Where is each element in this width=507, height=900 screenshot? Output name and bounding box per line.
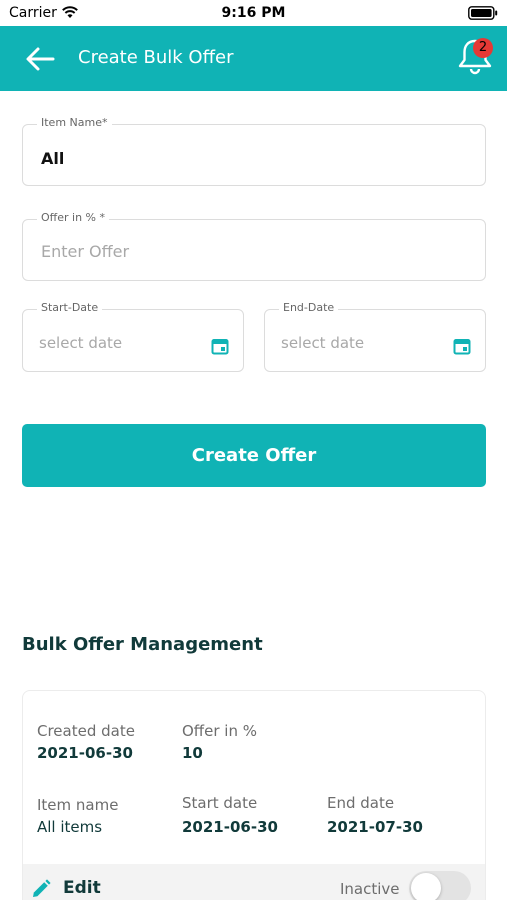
created-date-label: Created date [37,722,135,740]
notification-badge: 2 [473,38,493,58]
create-offer-button[interactable]: Create Offer [22,424,486,487]
item-name-value: All [41,149,65,168]
status-toggle[interactable] [409,871,471,900]
calendar-icon[interactable] [453,337,471,355]
end-date-field: End-Date [264,301,486,372]
back-arrow-icon[interactable] [24,44,58,74]
start-date-value: 2021-06-30 [182,818,278,836]
card-footer: Edit Inactive [23,864,485,900]
edit-button[interactable]: Edit [31,876,121,900]
created-date-value: 2021-06-30 [37,744,133,762]
item-name-label: Item name [37,796,119,814]
app-header: Create Bulk Offer 2 [0,26,507,91]
start-date-input[interactable] [39,334,189,352]
page-title: Create Bulk Offer [78,47,234,68]
item-name-label: Item Name* [37,116,112,129]
section-title: Bulk Offer Management [22,634,263,655]
offer-card: Created date 2021-06-30 Offer in % 10 It… [22,690,486,900]
status-bar: Carrier 9:16 PM [0,0,507,26]
end-date-input[interactable] [281,334,431,352]
end-date-label: End-Date [279,301,339,314]
pencil-icon [33,879,51,897]
battery-icon [468,6,498,20]
start-date-label: Start-Date [37,301,103,314]
offer-percent-label: Offer in % [182,722,257,740]
offer-input[interactable] [41,242,301,261]
start-date-label: Start date [182,794,258,812]
status-label: Inactive [340,880,400,898]
end-date-value: 2021-07-30 [327,818,423,836]
end-date-label: End date [327,794,395,812]
calendar-icon[interactable] [211,337,229,355]
edit-label: Edit [63,878,101,898]
offer-field: Offer in % * [22,211,486,281]
offer-percent-value: 10 [182,744,203,762]
start-date-field: Start-Date [22,301,244,372]
clock: 9:16 PM [221,5,286,21]
offer-label: Offer in % * [37,211,109,224]
item-name-value: All items [37,818,103,836]
toggle-knob [411,873,441,900]
item-name-field[interactable]: Item Name* All [22,116,486,186]
